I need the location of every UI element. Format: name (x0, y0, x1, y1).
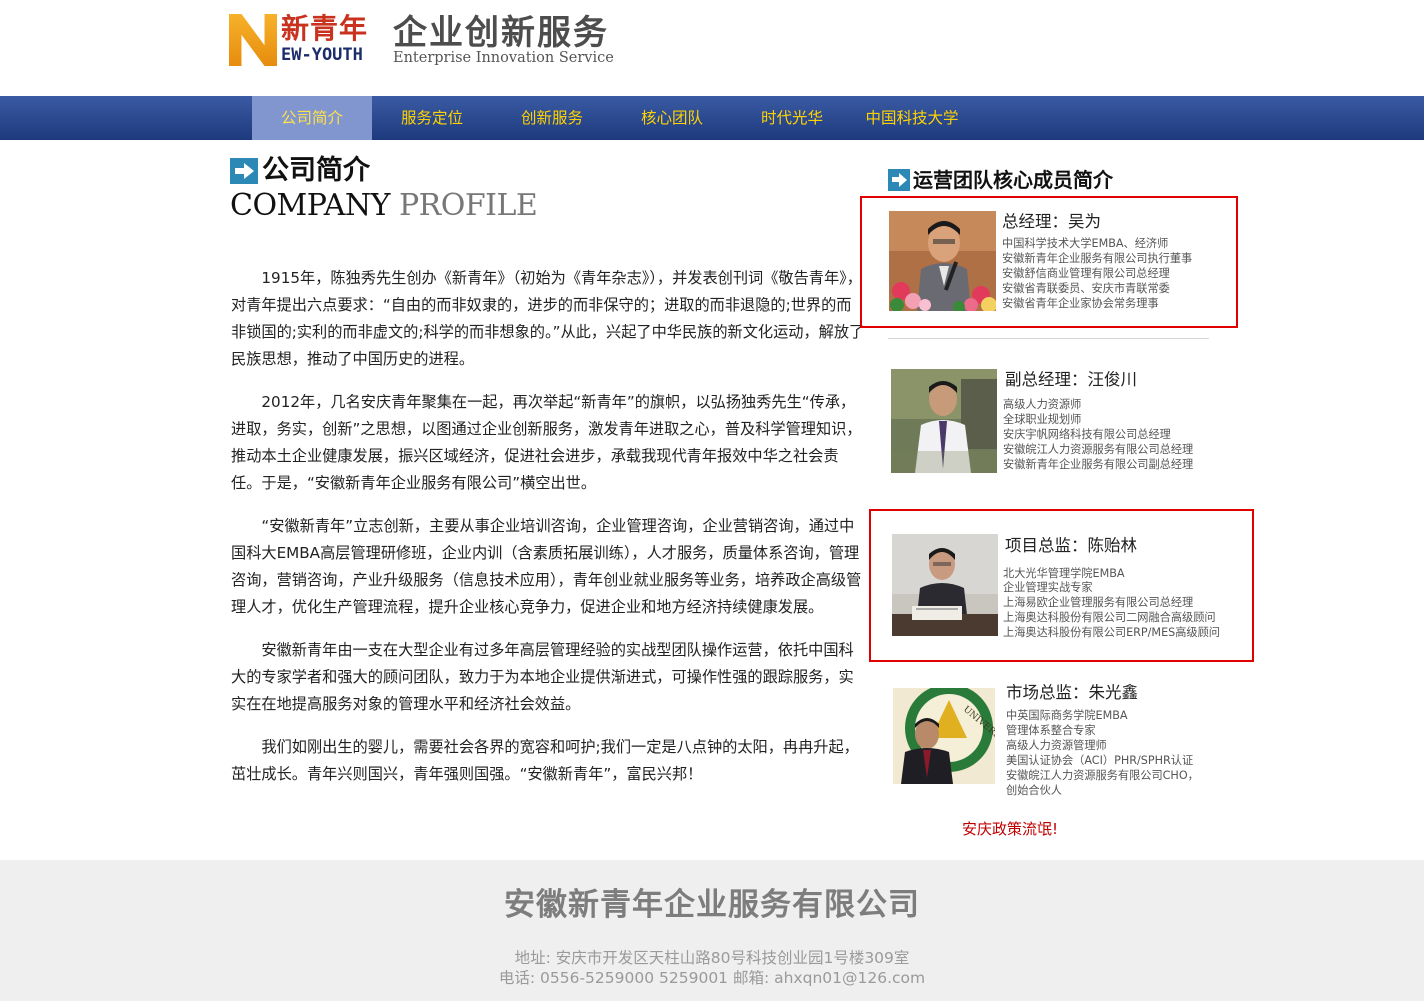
member-desc-line: 创始合伙人 (1006, 784, 1062, 797)
member-desc-line: 高级人力资源师 (1003, 398, 1082, 411)
arrow-right-icon (888, 169, 910, 191)
team-member-card: 总经理：吴为 中国科学技术大学EMBA、经济师 安徽新青年企业服务有限公司执行董… (889, 211, 1219, 321)
article-paragraph: 安徽新青年由一支在大型企业有过多年高层管理经验的实战型团队操作运营，依托中国科大… (231, 641, 854, 713)
company-profile-article: 1915年，陈独秀先生创办《新青年》（初始为《青年杂志》），并发表创刊词《敬告青… (231, 265, 865, 804)
member-desc-line: 安徽舒信商业管理有限公司总经理 (1002, 267, 1170, 280)
member-desc-line: 中英国际商务学院EMBA (1006, 709, 1128, 722)
nav-item-innovation-service[interactable]: 创新服务 (492, 96, 612, 140)
brand-subtitle: Enterprise Innovation Service (393, 50, 614, 66)
member-desc-line: 管理体系整合专家 (1006, 724, 1096, 737)
team-member-card: UNIVERSITY 市场总监：朱光鑫 中英国际商务学院EMBA 管理体系整合专… (893, 681, 1223, 801)
member-desc-line: 北大光华管理学院EMBA (1003, 567, 1125, 580)
member-photo (892, 534, 998, 636)
article-paragraph: 2012年，几名安庆青年聚集在一起，再次举起“新青年”的旗帜，以弘扬独秀先生“传… (231, 393, 862, 492)
member-name: 市场总监：朱光鑫 (1006, 683, 1138, 702)
site-header: 新青年 EW-YOUTH 企业创新服务 Enterprise Innovatio… (0, 0, 1424, 96)
footer-contact: 电话: 0556-5259000 5259001 邮箱: ahxqn01@126… (498, 969, 926, 987)
arrow-right-icon (230, 158, 258, 184)
section-title-en-word-2: PROFILE (398, 188, 538, 223)
nav-item-company-intro[interactable]: 公司简介 (252, 96, 372, 140)
section-title-en-word-1: COMPANY (230, 188, 390, 223)
member-name: 副总经理：汪俊川 (1005, 370, 1137, 389)
team-member-card: 项目总监：陈贻林 北大光华管理学院EMBA 企业管理实战专家 上海易欧企业管理服… (892, 534, 1222, 644)
member-desc-line: 安徽新青年企业服务有限公司副总经理 (1003, 458, 1194, 471)
section-title-cn: 公司简介 (262, 155, 370, 186)
nav-item-service-positioning[interactable]: 服务定位 (372, 96, 492, 140)
member-desc-line: 安徽皖江人力资源服务有限公司总经理 (1003, 443, 1194, 456)
section-title-en: COMPANY PROFILE (230, 188, 538, 223)
member-desc-line: 中国科学技术大学EMBA、经济师 (1002, 237, 1169, 250)
policy-link[interactable]: 安庆政策流氓! (962, 818, 1058, 840)
member-desc-line: 安徽省青联委员、安庆市青联常委 (1002, 282, 1170, 295)
member-desc-line: 企业管理实战专家 (1003, 581, 1093, 594)
member-name: 项目总监：陈贻林 (1005, 536, 1137, 555)
member-desc-line: 安徽省青年企业家协会常务理事 (1002, 297, 1159, 310)
member-photo (889, 211, 996, 311)
article-paragraph: 我们如刚出生的婴儿，需要社会各界的宽容和呵护;我们一定是八点钟的太阳，冉冉升起，… (231, 738, 859, 783)
site-footer: 安徽新青年企业服务有限公司 地址: 安庆市开发区天柱山路80号科技创业园1号楼3… (0, 860, 1424, 1001)
brand-title: 企业创新服务 (393, 13, 609, 53)
team-member-card: 副总经理：汪俊川 高级人力资源师 全球职业规划师 安庆宇帆网络科技有限公司总经理… (891, 369, 1221, 479)
article-paragraph: 1915年，陈独秀先生创办《新青年》（初始为《青年杂志》），并发表创刊词《敬告青… (231, 269, 865, 368)
member-photo: UNIVERSITY (893, 688, 995, 784)
member-desc-line: 全球职业规划师 (1003, 413, 1082, 426)
member-desc-line: 高级人力资源管理师 (1006, 739, 1107, 752)
footer-address: 地址: 安庆市开发区天柱山路80号科技创业园1号楼309室 (514, 949, 910, 967)
nav-item-shidai-guanghua[interactable]: 时代光华 (732, 96, 852, 140)
logo-chinese-text: 新青年 (281, 12, 369, 45)
member-desc-line: 美国认证协会（ACI）PHR/SPHR认证 (1006, 754, 1194, 767)
article-paragraph: “安徽新青年”立志创新，主要从事企业培训咨询，企业管理咨询，企业营销咨询，通过中… (231, 517, 862, 616)
member-desc-line: 上海易欧企业管理服务有限公司总经理 (1003, 596, 1194, 609)
nav-item-ustc[interactable]: 中国科技大学 (852, 96, 972, 140)
team-title-text: 运营团队核心成员简介 (913, 168, 1113, 192)
member-name: 总经理：吴为 (1002, 212, 1101, 231)
member-desc-line: 安徽新青年企业服务有限公司执行董事 (1002, 252, 1193, 265)
divider (888, 338, 1209, 339)
member-photo (891, 369, 997, 473)
member-desc-line: 上海奥达科股份有限公司ERP/MES高级顾问 (1003, 626, 1220, 639)
member-desc-line: 安徽皖江人力资源服务有限公司CHO， (1006, 769, 1199, 782)
main-nav: 公司简介 服务定位 创新服务 核心团队 时代光华 中国科技大学 (0, 96, 1424, 140)
footer-company-name: 安徽新青年企业服务有限公司 (504, 887, 920, 923)
logo-n-mark (229, 14, 277, 66)
nav-item-core-team[interactable]: 核心团队 (612, 96, 732, 140)
member-desc-line: 安庆宇帆网络科技有限公司总经理 (1003, 428, 1171, 441)
member-desc-line: 上海奥达科股份有限公司二网融合高级顾问 (1003, 611, 1216, 624)
logo-english-text: EW-YOUTH (281, 45, 363, 65)
